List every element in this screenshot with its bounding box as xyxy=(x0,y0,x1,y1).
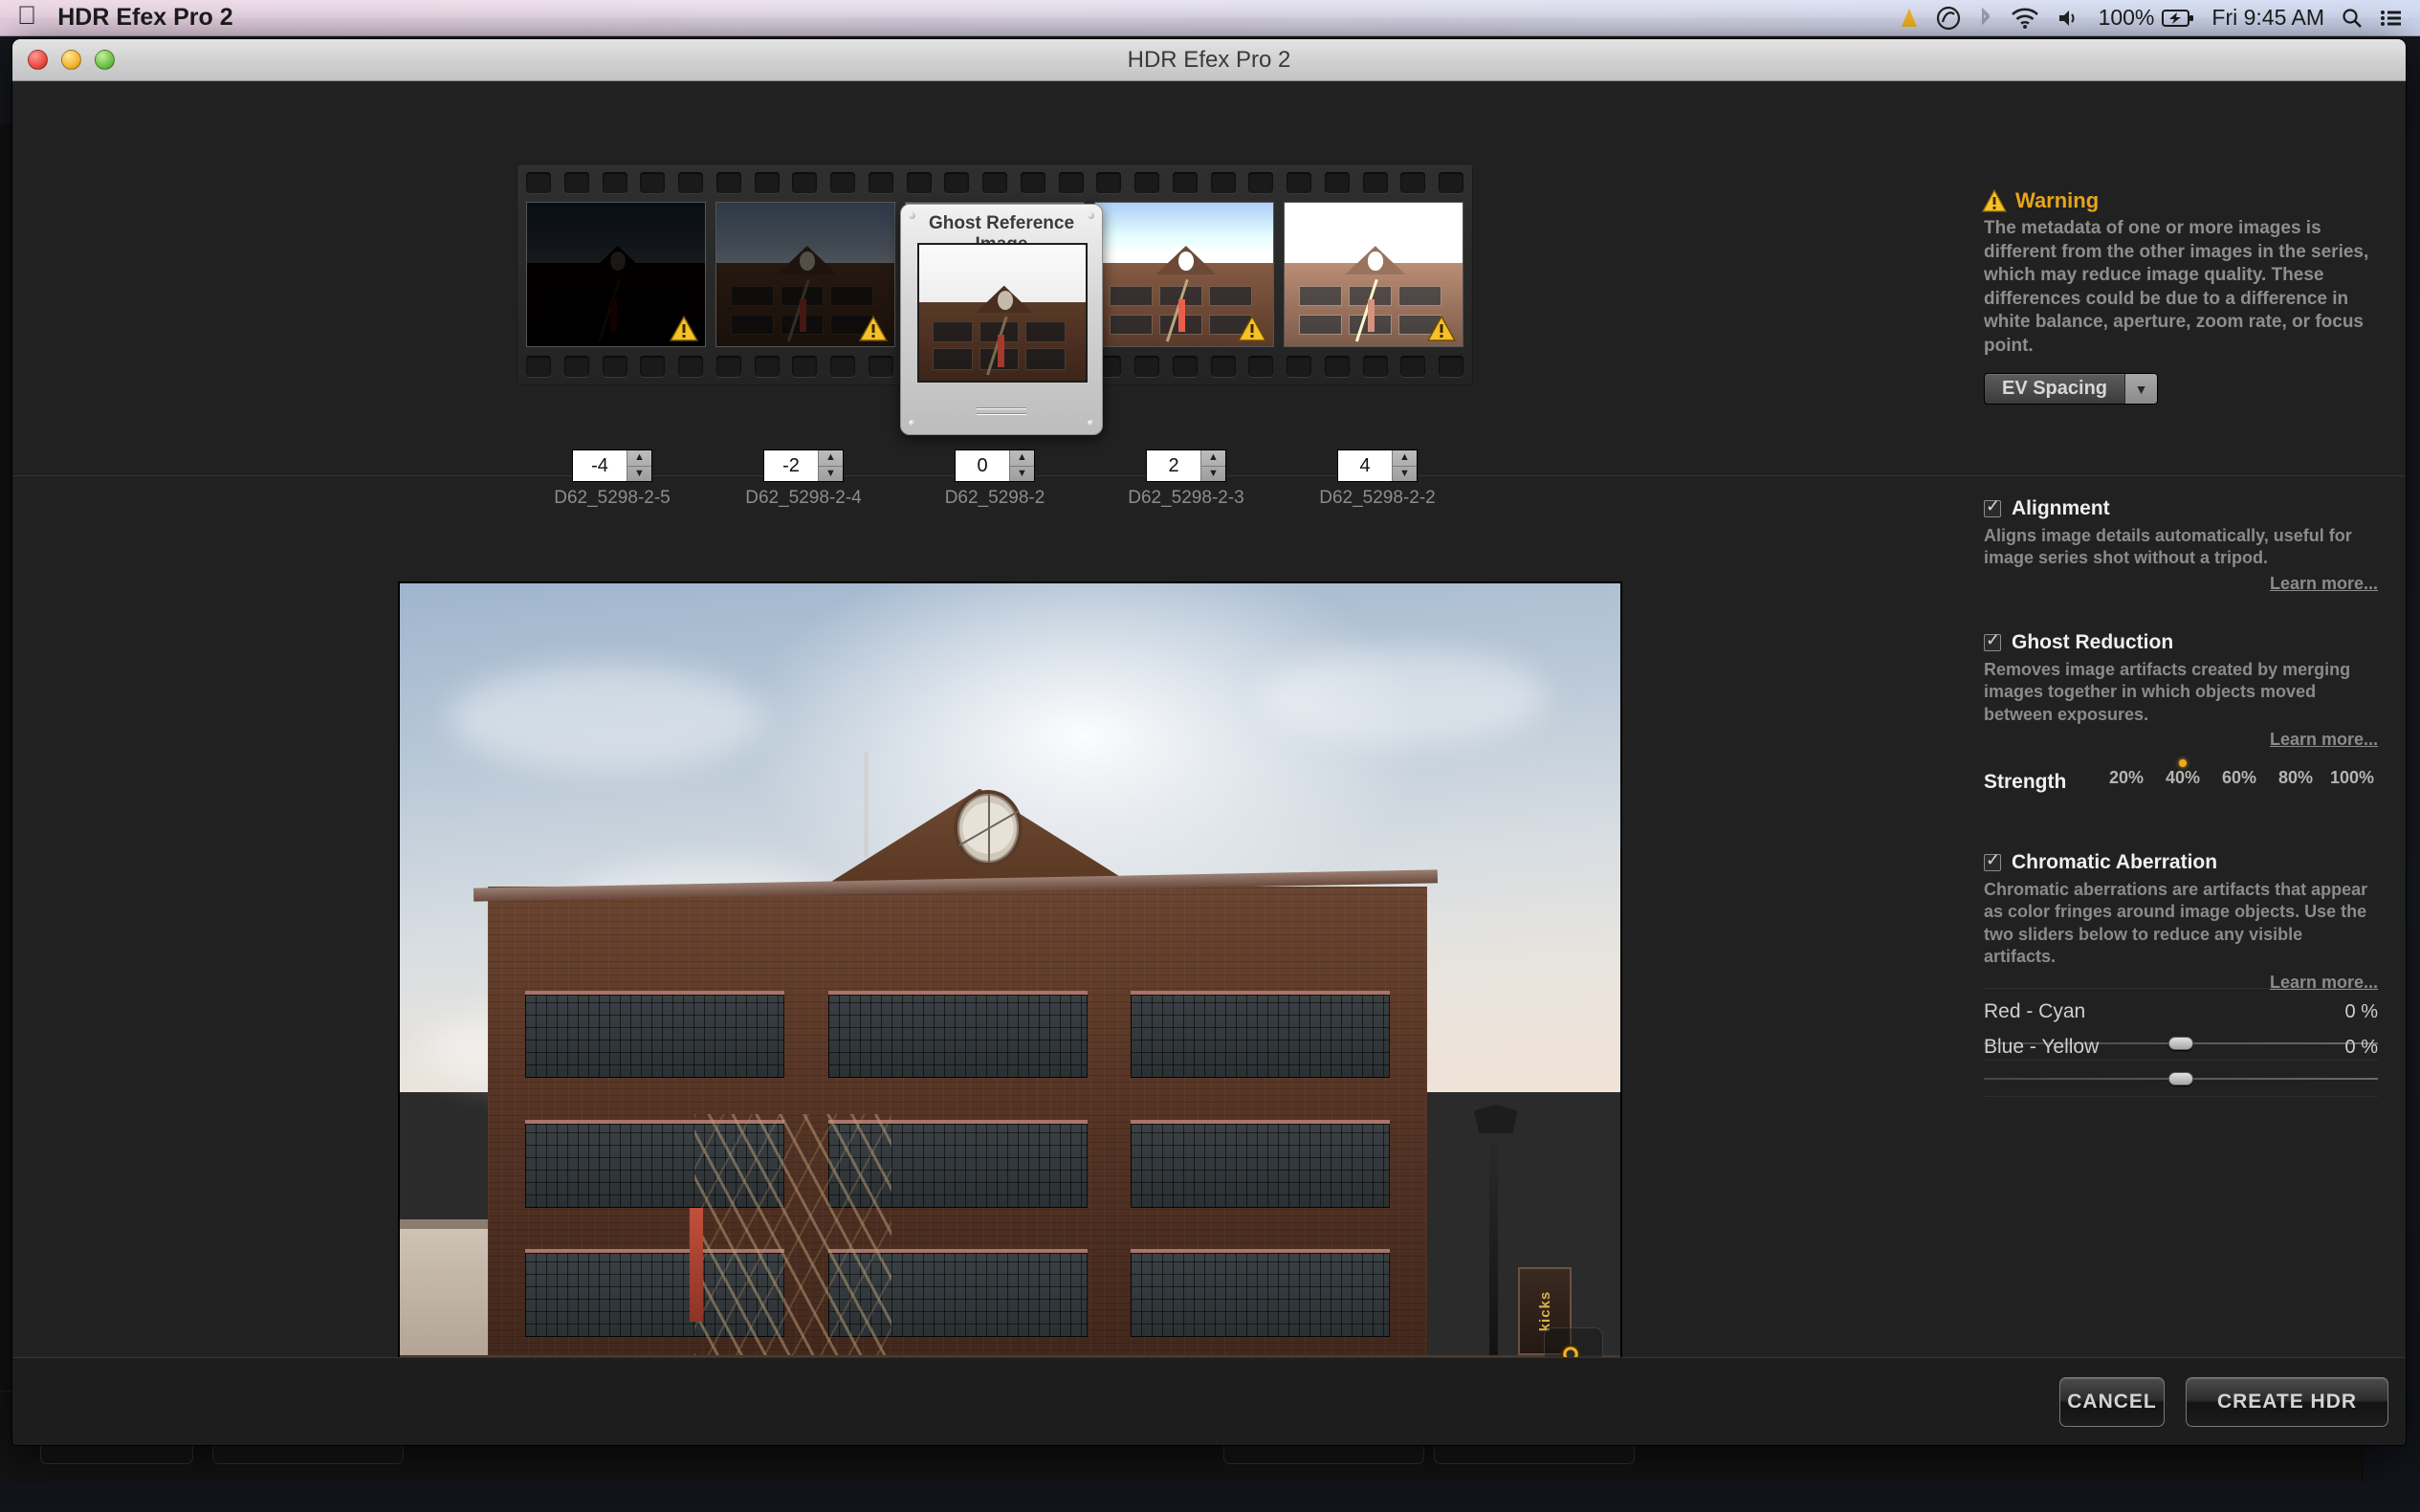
thumbnail-warning-icon xyxy=(859,316,888,341)
strength-option-label: 40% xyxy=(2165,768,2201,787)
ghost-reference-thumbnail[interactable] xyxy=(917,243,1088,383)
chromatic-aberration-description: Chromatic aberrations are artifacts that… xyxy=(1984,880,2368,967)
thumbnail-warning-icon xyxy=(1238,316,1266,341)
volume-icon[interactable] xyxy=(2057,8,2081,29)
strength-option-label: 80% xyxy=(2277,768,2314,787)
hdr-preview-image[interactable]: kicks xyxy=(398,581,1622,1406)
bluetooth-icon[interactable] xyxy=(1978,6,1993,31)
chromatic-aberration-label: Chromatic Aberration xyxy=(2012,851,2218,873)
preview-street-lamp-head xyxy=(1473,1104,1518,1133)
option-chromatic-aberration: Chromatic Aberration Chromatic aberratio… xyxy=(1984,850,2378,993)
cancel-button[interactable]: CANCEL xyxy=(2059,1377,2165,1427)
chromatic-aberration-checkbox-row[interactable]: Chromatic Aberration xyxy=(1984,850,2378,874)
menu-clock[interactable]: Fri 9:45 AM xyxy=(2211,7,2324,29)
create-hdr-button[interactable]: CREATE HDR xyxy=(2186,1377,2388,1427)
screw-decoration-icon xyxy=(909,420,915,427)
window-titlebar: HDR Efex Pro 2 xyxy=(12,39,2406,81)
adobe-cc-icon[interactable] xyxy=(1936,6,1961,31)
window-footer: CANCEL CREATE HDR xyxy=(12,1357,2406,1445)
screw-decoration-icon xyxy=(1088,420,1094,427)
top-strip: Ghost Reference Image xyxy=(12,81,2406,508)
blue-yellow-knob[interactable] xyxy=(2168,1072,2193,1085)
ghost-reduction-label: Ghost Reduction xyxy=(2012,631,2174,653)
apple-logo-icon[interactable]:  xyxy=(17,3,36,29)
adobe-cc-alert-icon[interactable] xyxy=(1900,7,1919,30)
thumbnail-image xyxy=(919,245,1086,381)
option-ghost-reduction: Ghost Reduction Removes image artifacts … xyxy=(1984,630,2378,750)
alignment-checkbox[interactable] xyxy=(1984,496,2001,517)
strength-option[interactable]: 100% xyxy=(2326,763,2378,788)
divider xyxy=(1984,988,2378,989)
menu-bar-status-items: 100% Fri 9:45 AM xyxy=(1900,6,2420,31)
alignment-label: Alignment xyxy=(2012,497,2110,519)
ghost-reference-image-selector[interactable]: Ghost Reference Image xyxy=(900,204,1103,435)
stepper-up-icon: ▲ xyxy=(1201,450,1225,467)
hdr-efex-window: HDR Efex Pro 2 Ghost Reference -4 ▲ ▼ D6… xyxy=(11,38,2407,1446)
strength-label: Strength xyxy=(1984,771,2067,793)
filmstrip-thumbnail[interactable] xyxy=(1284,202,1463,347)
filmstrip-thumbnail[interactable] xyxy=(526,202,706,347)
strength-option[interactable]: 40% xyxy=(2157,763,2209,788)
warning-title: Warning xyxy=(2015,188,2100,212)
ghost-reduction-learn-more-link[interactable]: Learn more... xyxy=(1984,730,2378,750)
strength-option-label: 60% xyxy=(2221,768,2257,787)
preview-red-pipe xyxy=(690,1207,704,1322)
preview-street-lamp-post xyxy=(1489,1125,1499,1371)
options-panel: Alignment Aligns image details automatic… xyxy=(1966,476,2406,1445)
strength-option-label: 20% xyxy=(2108,768,2145,787)
ev-spacing-dropdown[interactable]: EV Spacing ▼ xyxy=(1984,373,2158,405)
battery-percent-label: 100% xyxy=(2098,5,2155,30)
strength-option[interactable]: 20% xyxy=(2101,763,2152,788)
stepper-up-icon: ▲ xyxy=(819,450,843,467)
option-alignment: Alignment Aligns image details automatic… xyxy=(1984,496,2378,594)
chromatic-aberration-checkbox[interactable] xyxy=(1984,850,2001,871)
thumbnail-warning-icon xyxy=(1427,316,1456,341)
preview-rose-window xyxy=(954,790,1023,867)
preview-area: kicks xyxy=(12,476,1966,1406)
blue-yellow-track[interactable] xyxy=(1984,1072,2378,1085)
ghost-reduction-description: Removes image artifacts created by mergi… xyxy=(1984,660,2351,724)
warning-triangle-icon xyxy=(1982,189,2007,212)
chevron-down-icon[interactable]: ▼ xyxy=(2124,374,2157,404)
chromatic-aberration-learn-more-link[interactable]: Learn more... xyxy=(1984,973,2378,993)
preview-roof-ladder xyxy=(863,751,869,859)
wifi-icon[interactable] xyxy=(2011,7,2039,30)
spotlight-search-icon[interactable] xyxy=(2342,8,2363,29)
ghost-selector-drag-handle[interactable] xyxy=(977,407,1026,419)
ghost-reduction-checkbox[interactable] xyxy=(1984,630,2001,651)
divider xyxy=(1984,1096,2378,1097)
stepper-up-icon: ▲ xyxy=(627,450,651,467)
warning-panel: Warning The metadata of one or more imag… xyxy=(1966,81,2406,475)
strength-option-label: 100% xyxy=(2329,768,2375,787)
filmstrip-thumbnail[interactable] xyxy=(715,202,895,347)
strength-option[interactable]: 60% xyxy=(2213,763,2265,788)
strength-option[interactable]: 80% xyxy=(2270,763,2321,788)
ghost-reduction-checkbox-row[interactable]: Ghost Reduction xyxy=(1984,630,2378,654)
notification-center-icon[interactable] xyxy=(2380,8,2403,29)
warning-body-text: The metadata of one or more images is di… xyxy=(1984,218,2369,356)
red-cyan-value: 0 % xyxy=(2344,1001,2378,1022)
blue-yellow-label: Blue - Yellow xyxy=(1984,1036,2100,1058)
window-title: HDR Efex Pro 2 xyxy=(1127,46,1291,73)
mac-menu-bar:  HDR Efex Pro 2 xyxy=(0,0,2420,36)
ev-spacing-label: EV Spacing xyxy=(2001,378,2108,399)
blue-yellow-value: 0 % xyxy=(2344,1037,2378,1058)
red-cyan-label: Red - Cyan xyxy=(1984,1000,2086,1022)
battery-icon[interactable]: 100% xyxy=(2099,7,2195,29)
alignment-description: Aligns image details automatically, usef… xyxy=(1984,526,2352,568)
menu-app-name[interactable]: HDR Efex Pro 2 xyxy=(57,4,232,32)
thumbnail-warning-icon xyxy=(670,316,698,341)
stepper-up-icon: ▲ xyxy=(1393,450,1417,467)
alignment-checkbox-row[interactable]: Alignment xyxy=(1984,496,2378,520)
window-body: Ghost Reference Image xyxy=(12,81,2406,1445)
film-perforations-top xyxy=(526,172,1463,193)
slider-blue-yellow[interactable]: Blue - Yellow 0 % xyxy=(1984,1036,2378,1085)
strength-radio-group: 20% 40% 60% 80% 100% xyxy=(2101,763,2378,788)
stepper-up-icon: ▲ xyxy=(1010,450,1034,467)
alignment-learn-more-link[interactable]: Learn more... xyxy=(1984,574,2378,594)
filmstrip-thumbnail[interactable] xyxy=(1094,202,1274,347)
warning-header: Warning xyxy=(1982,188,2099,213)
preview-building-facade xyxy=(487,887,1428,1404)
